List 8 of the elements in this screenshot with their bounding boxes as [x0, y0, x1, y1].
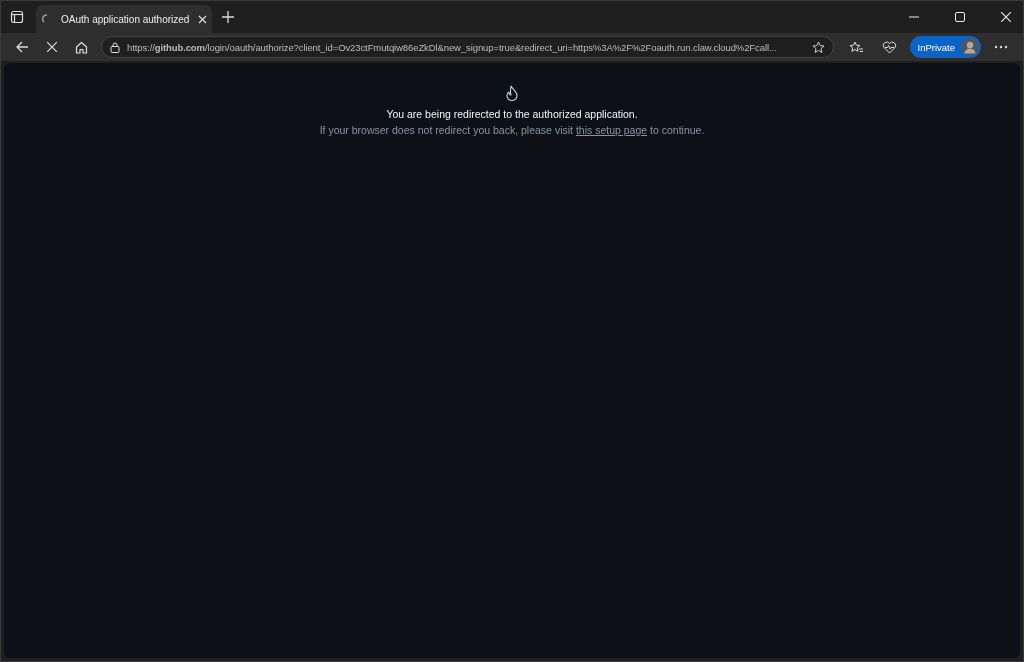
redirect-message: You are being redirected to the authorized application. [386, 108, 638, 120]
url-text: https://github.com/login/oauth/authorize?client_id=Ov23ctFmutqiw86eZkDl&new_signup=true&redirect_uri=https%3A%2F%2Foauth.run.claw.cloud%2Fcall... [127, 40, 778, 54]
tab-title: OAuth application authorized [61, 13, 190, 25]
address-bar[interactable]: https://github.com/login/oauth/authorize?client_id=Ov23ctFmutqiw86eZkDl&new_signup=true&redirect_uri=https%3A%2F%2Foauth.run.claw.cloud%2Fcall... [101, 36, 834, 58]
inprivate-button[interactable]: InPrivate [909, 36, 981, 58]
redirect-note: If your browser does not redirect you back, please visit this setup page to continue. [319, 124, 705, 136]
setup-page-link[interactable]: this setup page [575, 124, 648, 136]
browser-tab[interactable]: OAuth application authorized [36, 5, 212, 33]
